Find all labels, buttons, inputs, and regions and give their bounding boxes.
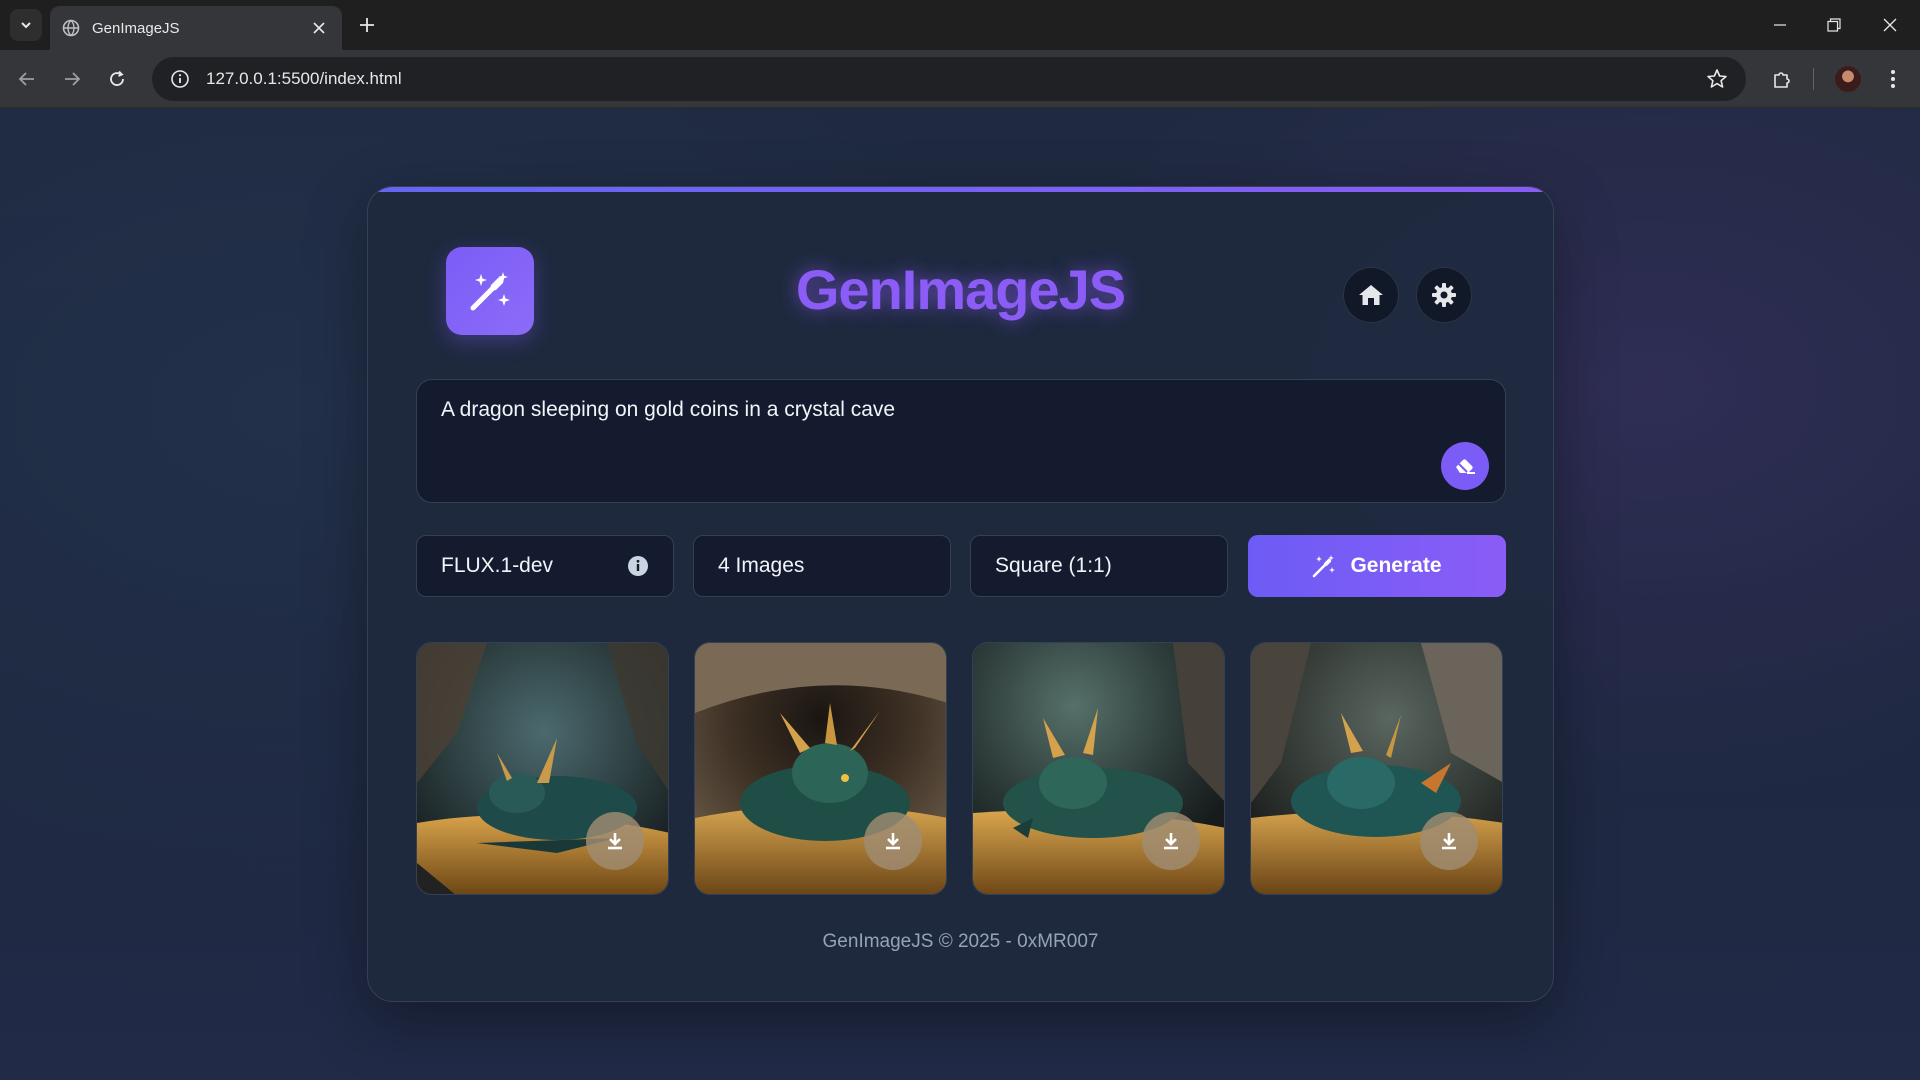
download-icon	[608, 833, 622, 850]
clear-prompt-button[interactable]	[1441, 442, 1489, 490]
browser-menu-button[interactable]	[1876, 62, 1910, 96]
plus-icon	[360, 18, 374, 32]
model-select-value: FLUX.1-dev	[441, 554, 554, 577]
arrow-left-icon	[18, 72, 34, 86]
generate-button[interactable]: Generate	[1248, 535, 1506, 597]
download-icon	[1164, 833, 1178, 850]
prompt-container	[416, 379, 1506, 503]
site-info-icon[interactable]	[170, 69, 190, 89]
footer-text: GenImageJS © 2025 - 0xMR007	[822, 931, 1099, 952]
generate-button-label: Generate	[1350, 554, 1442, 577]
browser-tabstrip: GenImageJS	[0, 0, 1920, 50]
puzzle-icon	[1774, 72, 1790, 88]
chevron-down-icon	[21, 22, 31, 29]
settings-button[interactable]	[1416, 267, 1472, 323]
image-count-value: 4 Images	[718, 554, 805, 577]
back-button[interactable]	[10, 62, 44, 96]
page-viewport: GenImageJS A dragon sleeping on gold coi…	[0, 108, 1920, 1080]
download-icon	[886, 833, 900, 850]
browser-toolbar: 127.0.0.1:5500/index.html	[0, 50, 1920, 108]
tab-close-icon[interactable]	[308, 17, 330, 39]
tab-title: GenImageJS	[92, 19, 180, 37]
generated-image-1[interactable]	[416, 642, 669, 895]
magic-wand-icon	[1313, 555, 1336, 578]
globe-icon	[62, 19, 80, 37]
browser-tab[interactable]: GenImageJS	[50, 6, 342, 50]
card-accent-bar	[368, 187, 1553, 192]
reload-icon	[110, 70, 124, 86]
aspect-ratio-value: Square (1:1)	[995, 554, 1112, 577]
aspect-ratio-select[interactable]: Square (1:1)	[970, 535, 1228, 597]
prompt-input[interactable]	[441, 398, 1401, 422]
download-icon	[1442, 833, 1456, 850]
gear-icon	[1432, 283, 1456, 307]
toolbar-divider	[1813, 68, 1814, 90]
model-select[interactable]: FLUX.1-dev	[416, 535, 674, 597]
generated-image-3[interactable]	[972, 642, 1225, 895]
new-tab-button[interactable]	[352, 10, 382, 40]
download-button[interactable]	[1142, 812, 1200, 870]
generated-image-4[interactable]	[1250, 642, 1503, 895]
home-icon	[1359, 285, 1383, 305]
image-count-select[interactable]: 4 Images	[693, 535, 951, 597]
address-bar[interactable]: 127.0.0.1:5500/index.html	[152, 57, 1746, 101]
profile-avatar[interactable]	[1835, 66, 1861, 92]
minimize-icon	[1774, 24, 1786, 26]
generated-image-2[interactable]	[694, 642, 947, 895]
forward-button[interactable]	[55, 62, 89, 96]
tab-search-button[interactable]	[10, 9, 42, 41]
kebab-menu-icon	[1891, 70, 1895, 88]
arrow-right-icon	[65, 72, 81, 86]
bookmark-star-icon[interactable]	[1706, 68, 1728, 90]
download-button[interactable]	[864, 812, 922, 870]
app-card: GenImageJS A dragon sleeping on gold coi…	[367, 186, 1554, 1002]
eraser-icon	[1456, 459, 1475, 474]
download-button[interactable]	[1420, 812, 1478, 870]
home-button[interactable]	[1343, 267, 1399, 323]
url-text: 127.0.0.1:5500/index.html	[206, 69, 402, 88]
close-icon	[1883, 18, 1897, 32]
reload-button[interactable]	[100, 62, 134, 96]
minimize-button[interactable]	[1752, 0, 1808, 50]
restore-icon	[1827, 18, 1841, 32]
info-icon[interactable]	[627, 555, 649, 577]
close-window-button[interactable]	[1862, 0, 1918, 50]
restore-button[interactable]	[1806, 0, 1862, 50]
download-button[interactable]	[586, 812, 644, 870]
extensions-button[interactable]	[1765, 62, 1799, 96]
